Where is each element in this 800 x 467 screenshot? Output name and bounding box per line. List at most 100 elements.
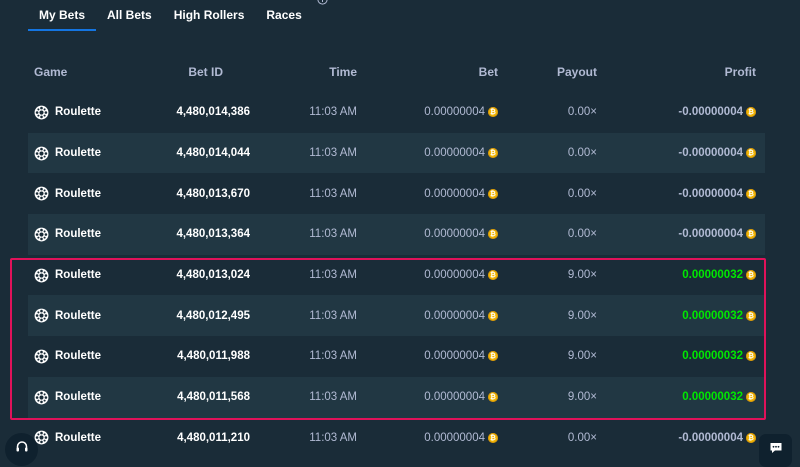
table-row[interactable]: Roulette 4,480,013,024 11:03 AM 0.00000004 ₿… (28, 255, 765, 296)
bet-time: 11:03 AM (309, 309, 357, 322)
bet-time: 11:03 AM (309, 431, 357, 444)
bitcoin-coin-icon: ₿ (488, 310, 498, 321)
profit-amount: -0.00000004 (678, 431, 743, 444)
profit-amount: -0.00000004 (678, 228, 743, 241)
game-cell[interactable]: Roulette (28, 390, 140, 405)
bet-amount-cell: 0.00000004 ₿ (357, 228, 498, 240)
game-cell[interactable]: Roulette (28, 349, 140, 364)
game-name[interactable]: Roulette (55, 147, 101, 159)
chat-icon (769, 441, 783, 460)
support-button[interactable] (5, 433, 38, 466)
game-name[interactable]: Roulette (55, 391, 101, 403)
bet-id[interactable]: 4,480,013,024 (140, 269, 250, 281)
profit-amount: 0.00000032 (682, 391, 743, 404)
profit-cell: -0.00000004 ₿ (597, 106, 760, 118)
bet-id[interactable]: 4,480,014,386 (140, 106, 250, 118)
info-icon[interactable] (317, 0, 328, 5)
game-cell[interactable]: Roulette (28, 146, 140, 161)
profit-amount: -0.00000004 (678, 187, 743, 200)
bet-amount-cell: 0.00000004 ₿ (357, 310, 498, 322)
profit-cell: -0.00000004 ₿ (597, 228, 760, 240)
bet-amount: 0.00000004 (424, 269, 485, 282)
bet-amount-cell: 0.00000004 ₿ (357, 269, 498, 281)
bet-id[interactable]: 4,480,013,670 (140, 188, 250, 200)
table-row[interactable]: Roulette 4,480,011,988 11:03 AM 0.00000004 ₿… (28, 336, 765, 377)
bet-id[interactable]: 4,480,013,364 (140, 228, 250, 240)
tab-all-bets[interactable]: All Bets (96, 0, 163, 31)
game-name[interactable]: Roulette (55, 188, 101, 200)
bitcoin-coin-icon: ₿ (488, 351, 498, 362)
bet-amount-cell: 0.00000004 ₿ (357, 106, 498, 118)
payout: 9.00× (567, 350, 597, 363)
bet-amount: 0.00000004 (424, 391, 485, 404)
game-name[interactable]: Roulette (55, 106, 101, 118)
game-cell[interactable]: Roulette (28, 227, 140, 242)
bitcoin-coin-icon: ₿ (746, 351, 756, 362)
game-cell[interactable]: Roulette (28, 105, 140, 120)
roulette-icon (34, 390, 49, 405)
bitcoin-coin-icon: ₿ (746, 432, 756, 443)
tab-high-rollers[interactable]: High Rollers (163, 0, 256, 31)
profit-amount: -0.00000004 (678, 147, 743, 160)
chat-button[interactable] (759, 434, 792, 467)
bet-amount: 0.00000004 (424, 309, 485, 322)
headset-icon (15, 440, 29, 459)
roulette-icon (34, 105, 49, 120)
game-name[interactable]: Roulette (55, 269, 101, 281)
bet-time: 11:03 AM (309, 391, 357, 404)
game-name[interactable]: Roulette (55, 350, 101, 362)
game-cell[interactable]: Roulette (28, 268, 140, 283)
bet-id[interactable]: 4,480,011,988 (140, 350, 250, 362)
bitcoin-coin-icon: ₿ (488, 432, 498, 443)
bet-amount-cell: 0.00000004 ₿ (357, 350, 498, 362)
bet-amount: 0.00000004 (424, 147, 485, 160)
bet-id[interactable]: 4,480,014,044 (140, 147, 250, 159)
header-profit: Profit (724, 65, 756, 79)
profit-cell: 0.00000032 ₿ (597, 391, 760, 403)
payout: 9.00× (567, 309, 597, 322)
profit-cell: -0.00000004 ₿ (597, 432, 760, 444)
bet-id[interactable]: 4,480,011,568 (140, 391, 250, 403)
bitcoin-coin-icon: ₿ (746, 229, 756, 240)
bitcoin-coin-icon: ₿ (488, 270, 498, 281)
table-row[interactable]: Roulette 4,480,011,210 11:03 AM 0.00000004 ₿… (28, 418, 765, 459)
table-row[interactable]: Roulette 4,480,013,364 11:03 AM 0.00000004 ₿… (28, 214, 765, 255)
bitcoin-coin-icon: ₿ (488, 392, 498, 403)
bitcoin-coin-icon: ₿ (488, 107, 498, 118)
payout: 9.00× (567, 269, 597, 282)
bet-amount: 0.00000004 (424, 350, 485, 363)
tab-my-bets[interactable]: My Bets (28, 0, 97, 31)
bet-amount: 0.00000004 (424, 431, 485, 444)
tab-races[interactable]: Races (255, 0, 312, 31)
game-name[interactable]: Roulette (55, 228, 101, 240)
table-row[interactable]: Roulette 4,480,014,044 11:03 AM 0.00000004 ₿… (28, 132, 765, 174)
bitcoin-coin-icon: ₿ (746, 107, 756, 118)
game-name[interactable]: Roulette (55, 310, 101, 322)
payout: 0.00× (567, 187, 597, 200)
game-cell[interactable]: Roulette (28, 430, 140, 445)
bet-id[interactable]: 4,480,012,495 (140, 310, 250, 322)
header-bet: Bet (478, 65, 498, 79)
table-row[interactable]: Roulette 4,480,014,386 11:03 AM 0.00000004 ₿… (28, 92, 765, 133)
game-cell[interactable]: Roulette (28, 186, 140, 201)
table-row[interactable]: Roulette 4,480,012,495 11:03 AM 0.00000004 ₿… (28, 295, 765, 337)
table-body: Roulette 4,480,014,386 11:03 AM 0.00000004 ₿… (28, 92, 765, 458)
game-name[interactable]: Roulette (55, 432, 101, 444)
table-row[interactable]: Roulette 4,480,011,568 11:03 AM 0.00000004 ₿… (28, 376, 765, 418)
profit-amount: 0.00000032 (682, 309, 743, 322)
bet-time: 11:03 AM (309, 147, 357, 160)
bitcoin-coin-icon: ₿ (488, 148, 498, 159)
bet-id[interactable]: 4,480,011,210 (140, 432, 250, 444)
bet-amount-cell: 0.00000004 ₿ (357, 432, 498, 444)
bet-amount-cell: 0.00000004 ₿ (357, 147, 498, 159)
roulette-icon (34, 186, 49, 201)
roulette-icon (34, 146, 49, 161)
bitcoin-coin-icon: ₿ (746, 188, 756, 199)
profit-cell: 0.00000032 ₿ (597, 310, 760, 322)
bitcoin-coin-icon: ₿ (488, 229, 498, 240)
table-header: Game Bet ID Time Bet Payout Profit (28, 52, 765, 92)
bet-time: 11:03 AM (309, 106, 357, 119)
table-row[interactable]: Roulette 4,480,013,670 11:03 AM 0.00000004 ₿… (28, 173, 765, 214)
game-cell[interactable]: Roulette (28, 308, 140, 323)
bitcoin-coin-icon: ₿ (746, 392, 756, 403)
